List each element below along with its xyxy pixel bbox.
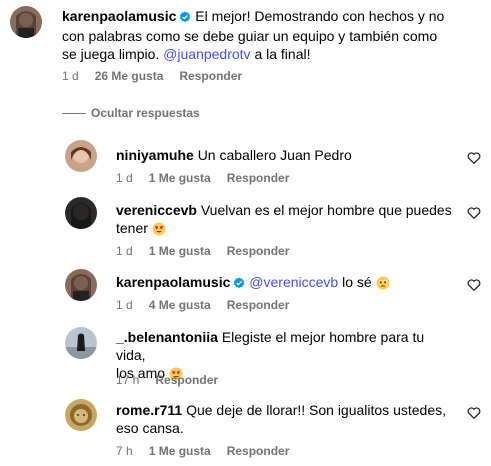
reply-button[interactable]: Responder xyxy=(227,244,290,258)
username[interactable]: rome.r711 xyxy=(116,402,182,418)
heart-icon[interactable] xyxy=(467,206,481,220)
avatar[interactable] xyxy=(65,327,97,359)
reply-meta: 1 d 1 Me gusta Responder xyxy=(116,171,305,185)
heart-icon[interactable] xyxy=(467,278,481,292)
replies-divider xyxy=(62,113,86,114)
reply-button[interactable]: Responder xyxy=(227,298,290,312)
reply-body: rome.r711 Que deje de llorar!! Son igual… xyxy=(116,402,446,436)
timestamp: 1 d xyxy=(62,69,79,83)
reply-button[interactable]: Responder xyxy=(227,171,290,185)
likes-count[interactable]: 1 Me gusta xyxy=(149,171,211,185)
avatar[interactable] xyxy=(65,140,97,172)
username[interactable]: karenpaolamusic xyxy=(116,274,230,290)
reply-meta: 17 h Responder xyxy=(116,373,234,387)
avatar[interactable] xyxy=(10,6,42,38)
comment-body: karenpaolamusic El mejor! Demostrando co… xyxy=(62,8,445,62)
timestamp: 1 d xyxy=(116,171,133,185)
timestamp: 7 h xyxy=(116,444,133,458)
heart-icon[interactable] xyxy=(467,151,481,165)
timestamp: 1 d xyxy=(116,298,133,312)
avatar[interactable] xyxy=(65,197,97,229)
heart-icon[interactable] xyxy=(467,406,481,420)
username[interactable]: niniyamuhe xyxy=(116,147,194,163)
likes-count[interactable]: 1 Me gusta xyxy=(149,244,211,258)
reply-body: niniyamuhe Un caballero Juan Pedro xyxy=(116,147,352,163)
reply-meta: 1 d 1 Me gusta Responder xyxy=(116,244,305,258)
reply-body: karenpaolamusic @vereniccevb lo sé xyxy=(116,273,456,294)
likes-count[interactable]: 4 Me gusta xyxy=(149,298,211,312)
reply-button[interactable]: Responder xyxy=(227,444,290,458)
reply-button[interactable]: Responder xyxy=(179,69,242,83)
verified-badge-icon xyxy=(179,9,191,27)
avatar[interactable] xyxy=(65,269,97,301)
hide-replies-label: Ocultar respuestas xyxy=(91,106,200,120)
pleading-face-emoji xyxy=(376,276,390,294)
reply-meta: 7 h 1 Me gusta Responder xyxy=(116,444,305,458)
mention-link[interactable]: @vereniccevb xyxy=(249,274,338,290)
reply-button[interactable]: Responder xyxy=(155,373,218,387)
username[interactable]: vereniccevb xyxy=(116,202,197,218)
comment-meta: 1 d 26 Me gusta Responder xyxy=(62,69,258,83)
username[interactable]: karenpaolamusic xyxy=(62,8,176,24)
avatar[interactable] xyxy=(65,399,97,431)
likes-count[interactable]: 26 Me gusta xyxy=(95,69,164,83)
heart-eyes-emoji xyxy=(152,222,166,240)
verified-badge-icon xyxy=(233,275,245,293)
reply-body: vereniccevb Vuelvan es el mejor hombre q… xyxy=(116,201,456,240)
username[interactable]: _.belenantoniia xyxy=(116,329,218,345)
reply-meta: 1 d 4 Me gusta Responder xyxy=(116,298,305,312)
likes-count[interactable]: 1 Me gusta xyxy=(149,444,211,458)
timestamp: 17 h xyxy=(116,373,140,387)
mention-link[interactable]: @juanpedrotv xyxy=(163,46,250,62)
timestamp: 1 d xyxy=(116,244,133,258)
